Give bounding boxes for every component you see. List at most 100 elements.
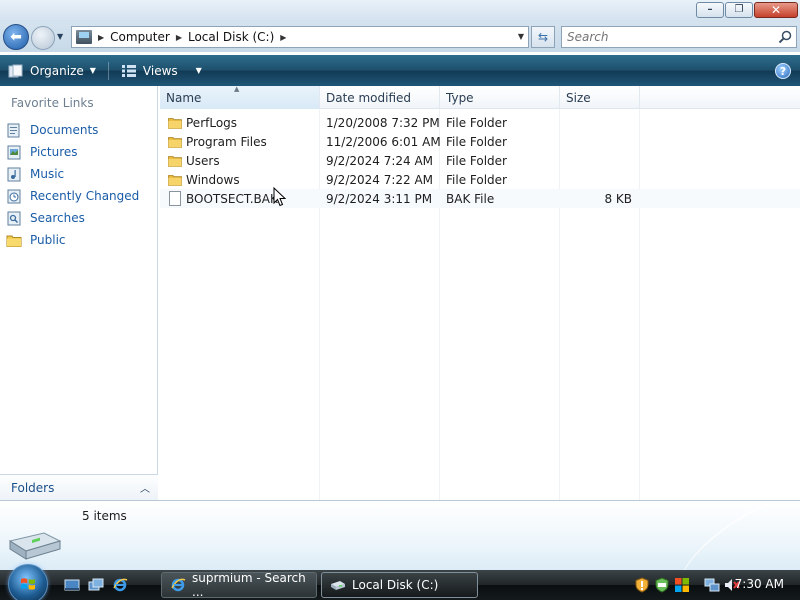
breadcrumb-chevron-icon[interactable]: ▶ [176, 33, 182, 42]
file-name: Users [186, 153, 220, 168]
security-shield-icon[interactable] [634, 577, 650, 593]
file-date: 9/2/2024 7:24 AM [326, 153, 434, 168]
folder-icon [168, 117, 182, 129]
address-dropdown-icon[interactable]: ▼ [518, 32, 524, 41]
breadcrumb-chevron-icon[interactable]: ▶ [280, 33, 286, 42]
decorative-swoosh [651, 501, 800, 570]
address-bar[interactable]: ▶ Computer ▶ Local Disk (C:) ▶ ▼ [71, 26, 529, 48]
column-header-label: Type [446, 90, 474, 105]
sort-ascending-icon: ▲ [234, 85, 240, 93]
taskbar-button-local-disk[interactable]: Local Disk (C:) [321, 572, 478, 598]
switch-windows-icon[interactable] [88, 577, 104, 593]
file-name-cell: Program Files [160, 135, 320, 149]
nav-item-label: Pictures [30, 145, 78, 159]
views-dropdown-button[interactable]: ▼ [186, 55, 206, 86]
search-input[interactable] [562, 27, 762, 47]
searches-icon [7, 211, 21, 226]
nav-item-pictures[interactable]: Pictures [0, 141, 158, 163]
file-date: 9/2/2024 3:11 PM [326, 191, 433, 206]
mouse-cursor-icon [273, 187, 287, 207]
recently-changed-icon [7, 189, 21, 204]
file-row[interactable]: Windows 9/2/2024 7:22 AM File Folder [160, 170, 800, 189]
recent-pages-dropdown[interactable]: ▼ [57, 32, 65, 41]
folders-label: Folders [11, 480, 55, 495]
file-date: 9/2/2024 7:22 AM [326, 172, 434, 187]
back-arrow-icon: ⬅ [10, 29, 22, 45]
views-button[interactable]: Views [113, 55, 186, 86]
window-controls: – ❐ ✕ [696, 2, 798, 18]
file-row[interactable]: Users 9/2/2024 7:24 AM File Folder [160, 151, 800, 170]
breadcrumb-local-disk[interactable]: Local Disk (C:) [188, 30, 274, 44]
file-type: File Folder [446, 134, 507, 149]
help-icon[interactable]: ? [775, 63, 791, 79]
views-label: Views [142, 63, 178, 78]
file-type: File Folder [446, 172, 507, 187]
nav-item-public[interactable]: Public [0, 229, 158, 251]
column-headers: ▲ Name Date modified Type Size [160, 85, 800, 109]
internet-explorer-icon [171, 578, 186, 592]
file-row[interactable]: Program Files 11/2/2006 6:01 AM File Fol… [160, 132, 800, 151]
file-name-cell: BOOTSECT.BAK [160, 191, 320, 206]
clock[interactable]: 7:30 AM [735, 577, 784, 591]
file-date: 1/20/2008 7:32 PM [326, 115, 440, 130]
search-box[interactable] [561, 26, 797, 48]
back-button[interactable]: ⬅ [3, 24, 29, 50]
refresh-icon: ⇆ [537, 30, 549, 44]
breadcrumb-chevron-icon[interactable]: ▶ [98, 33, 104, 42]
organize-button[interactable]: Organize ▼ [0, 55, 104, 86]
show-desktop-icon[interactable] [64, 577, 80, 593]
taskbar-button-label: Local Disk (C:) [352, 578, 439, 592]
column-header-date-modified[interactable]: Date modified [320, 86, 440, 109]
nav-item-searches[interactable]: Searches [0, 207, 158, 229]
minimize-button[interactable]: – [696, 2, 724, 18]
views-icon [121, 64, 136, 77]
close-button[interactable]: ✕ [754, 2, 798, 18]
nav-item-recently-changed[interactable]: Recently Changed [0, 185, 158, 207]
windows-update-icon[interactable] [674, 577, 690, 593]
nav-item-label: Public [30, 233, 66, 247]
file-name: Windows [186, 172, 240, 187]
maximize-button[interactable]: ❐ [725, 2, 753, 18]
hard-drive-icon [8, 532, 62, 560]
column-header-name[interactable]: ▲ Name [160, 85, 320, 109]
folder-icon [168, 174, 182, 186]
search-icon[interactable] [778, 30, 792, 44]
taskbar-button-label: suprmium - Search ... [192, 572, 306, 598]
favorite-links-heading: Favorite Links [11, 96, 94, 110]
windows-defender-icon[interactable] [654, 577, 670, 593]
folders-toggle[interactable]: Folders ︿ [0, 474, 158, 500]
refresh-button[interactable]: ⇆ [531, 26, 555, 48]
network-icon[interactable] [704, 577, 720, 593]
music-icon [7, 167, 21, 182]
file-row[interactable]: BOOTSECT.BAK 9/2/2024 3:11 PM BAK File 8… [160, 189, 800, 208]
public-folder-icon [6, 235, 22, 247]
toolbar-divider [107, 61, 109, 80]
chevron-down-icon: ▼ [89, 66, 96, 75]
file-name: Program Files [186, 134, 267, 149]
internet-explorer-icon[interactable] [112, 577, 128, 593]
file-name: BOOTSECT.BAK [186, 191, 278, 206]
taskbar-button-search[interactable]: suprmium - Search ... [161, 572, 317, 598]
item-count: 5 items [82, 509, 127, 523]
chevron-down-icon: ▼ [195, 66, 202, 75]
nav-item-label: Searches [30, 211, 85, 225]
computer-icon [76, 30, 92, 44]
file-name-cell: Users [160, 154, 320, 168]
file-type: BAK File [446, 191, 495, 206]
breadcrumb-computer[interactable]: Computer [110, 30, 170, 44]
forward-button[interactable] [31, 26, 55, 50]
start-button[interactable] [8, 564, 48, 600]
column-header-type[interactable]: Type [440, 86, 560, 109]
file-row[interactable]: PerfLogs 1/20/2008 7:32 PM File Folder [160, 113, 800, 132]
file-icon [169, 191, 181, 206]
close-icon: ✕ [770, 3, 782, 17]
navigation-pane: Favorite Links Documents Pictures Music … [0, 86, 158, 500]
file-date: 11/2/2006 6:01 AM [326, 134, 440, 149]
nav-item-music[interactable]: Music [0, 163, 158, 185]
details-pane: 5 items [0, 500, 800, 570]
column-header-label: Size [566, 90, 591, 105]
nav-item-label: Music [30, 167, 65, 181]
file-list: ▲ Name Date modified Type Size PerfLogs … [160, 85, 800, 500]
column-header-size[interactable]: Size [560, 86, 640, 109]
nav-item-documents[interactable]: Documents [0, 119, 158, 141]
